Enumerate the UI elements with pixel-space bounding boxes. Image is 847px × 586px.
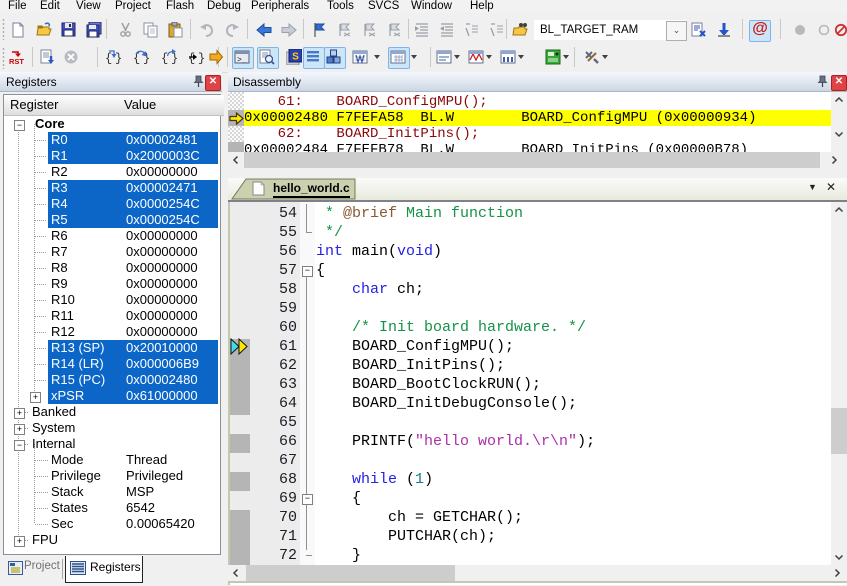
svg-text:>_: >_ — [237, 56, 247, 65]
svg-text:{: { — [161, 52, 168, 66]
svg-text:}: } — [198, 52, 204, 66]
svg-text:}: } — [171, 52, 177, 66]
svg-text:S: S — [292, 52, 299, 63]
svg-text:RST: RST — [9, 57, 24, 65]
svg-text:}: } — [115, 52, 121, 66]
svg-text:{: { — [105, 52, 112, 66]
